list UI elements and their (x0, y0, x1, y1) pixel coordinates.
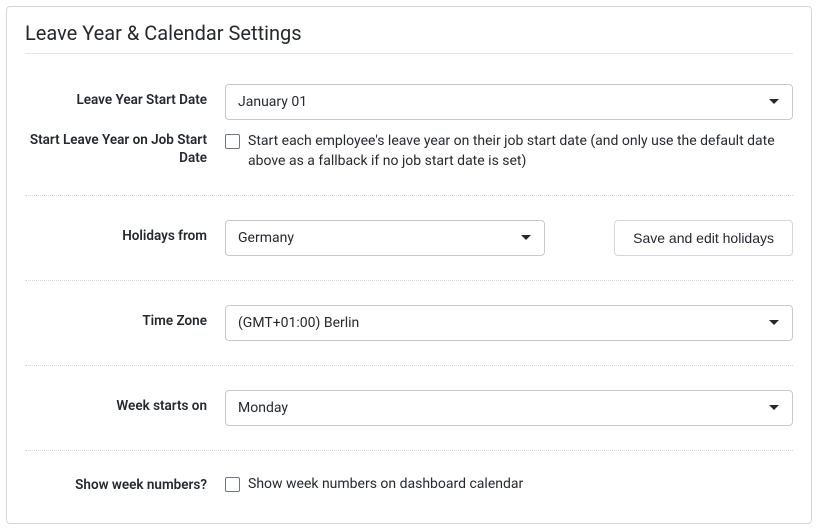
control-leave-year-start: January 01 (225, 84, 793, 120)
divider (25, 280, 793, 281)
select-value: Monday (238, 400, 288, 416)
select-value: Germany (238, 230, 294, 246)
select-holidays-from[interactable]: Germany (225, 220, 545, 256)
settings-panel: Leave Year & Calendar Settings Leave Yea… (6, 6, 812, 524)
row-holidays-from: Holidays from Germany Save and edit holi… (25, 208, 793, 268)
panel-title: Leave Year & Calendar Settings (25, 21, 793, 54)
label-show-week-numbers: Show week numbers? (25, 475, 225, 495)
select-value: January 01 (238, 94, 307, 110)
checkbox-job-start[interactable] (225, 134, 240, 149)
select-value: (GMT+01:00) Berlin (238, 315, 359, 331)
divider (25, 450, 793, 451)
label-leave-year-start: Leave Year Start Date (25, 84, 225, 110)
divider (25, 195, 793, 196)
caret-down-icon (768, 404, 780, 412)
row-time-zone: Time Zone (GMT+01:00) Berlin (25, 293, 793, 353)
control-week-starts: Monday (225, 390, 793, 426)
save-edit-holidays-button[interactable]: Save and edit holidays (614, 220, 793, 256)
select-leave-year-start[interactable]: January 01 (225, 84, 793, 120)
select-week-starts[interactable]: Monday (225, 390, 793, 426)
control-time-zone: (GMT+01:00) Berlin (225, 305, 793, 341)
checkbox-text-week-numbers: Show week numbers on dashboard calendar (248, 475, 523, 495)
checkbox-row-week-numbers: Show week numbers on dashboard calendar (225, 475, 523, 495)
divider (25, 365, 793, 366)
label-time-zone: Time Zone (25, 305, 225, 331)
label-week-starts: Week starts on (25, 390, 225, 416)
row-job-start: Start Leave Year on Job Start Date Start… (25, 132, 793, 183)
checkbox-row-job-start: Start each employee's leave year on thei… (225, 132, 793, 171)
caret-down-icon (520, 234, 532, 242)
button-label: Save and edit holidays (633, 230, 774, 246)
caret-down-icon (768, 98, 780, 106)
checkbox-text-job-start: Start each employee's leave year on thei… (248, 132, 793, 171)
row-week-starts: Week starts on Monday (25, 378, 793, 438)
checkbox-show-week-numbers[interactable] (225, 477, 240, 492)
label-job-start: Start Leave Year on Job Start Date (25, 132, 225, 167)
select-time-zone[interactable]: (GMT+01:00) Berlin (225, 305, 793, 341)
control-holidays-from: Germany Save and edit holidays (225, 220, 793, 256)
row-leave-year-start: Leave Year Start Date January 01 (25, 72, 793, 132)
control-job-start: Start each employee's leave year on thei… (225, 132, 793, 171)
control-show-week-numbers: Show week numbers on dashboard calendar (225, 475, 793, 495)
caret-down-icon (768, 319, 780, 327)
label-holidays-from: Holidays from (25, 220, 225, 246)
row-show-week-numbers: Show week numbers? Show week numbers on … (25, 463, 793, 507)
